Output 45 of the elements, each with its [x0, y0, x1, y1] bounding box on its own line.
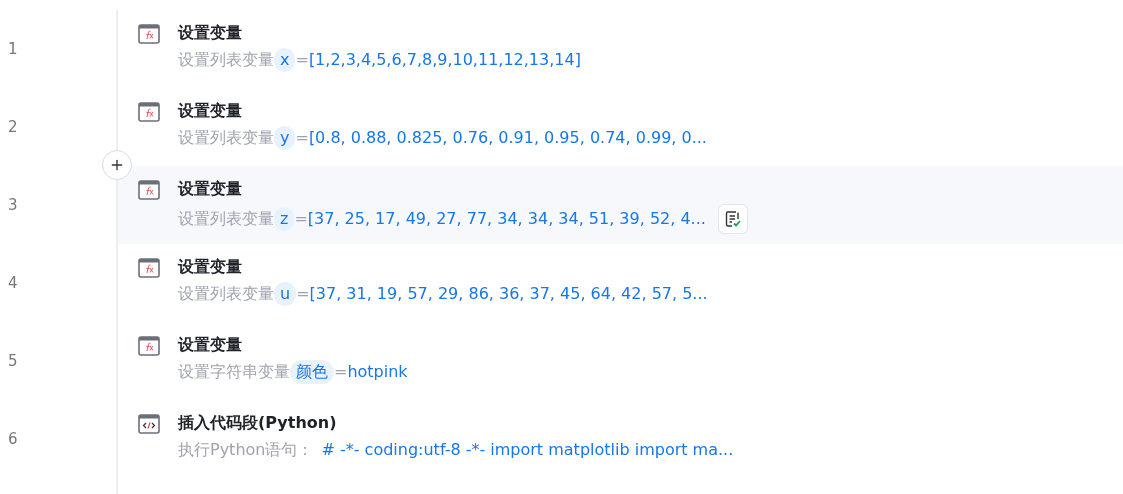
function-icon [138, 180, 160, 200]
step-value: [37, 31, 19, 57, 29, 86, 36, 37, 45, 64, 42, 57, 5... [309, 283, 708, 305]
equals-sign: = [294, 208, 308, 230]
equals-sign: = [334, 361, 348, 383]
function-icon [138, 24, 160, 44]
step-description: 设置列表变量 [178, 127, 274, 149]
variable-chip: x [274, 48, 296, 72]
step-value: [37, 25, 17, 49, 27, 77, 34, 34, 34, 51, 39, 52, 4... [307, 208, 706, 230]
step-title: 设置变量 [178, 256, 243, 278]
line-number: 5 [8, 350, 18, 372]
step-value: [1,2,3,4,5,6,7,8,9,10,11,12,13,14] [308, 49, 581, 71]
line-number: 6 [8, 428, 18, 450]
line-number: 1 [8, 38, 18, 60]
step-value: # -*- coding:utf-8 -*- import matplotlib import ma... [320, 439, 734, 461]
step-row[interactable]: 设置变量 设置列表变量 z =[37, 25, 17, 49, 27, 77, 34, 34, 34, 51, 39, 52, 4... [118, 166, 1123, 244]
step-title: 设置变量 [178, 334, 243, 356]
step-value: hotpink [347, 361, 408, 383]
step-description: 执行Python语句： [178, 439, 314, 461]
variable-chip: u [274, 282, 297, 306]
document-check-icon [723, 210, 742, 228]
step-description: 设置列表变量 [178, 208, 274, 230]
step-title: 设置变量 [178, 100, 243, 122]
plus-icon [109, 157, 125, 173]
variable-chip: 颜色 [290, 360, 334, 384]
step-description: 设置列表变量 [178, 283, 274, 305]
step-value: [0.8, 0.88, 0.825, 0.76, 0.91, 0.95, 0.74, 0.99, 0... [308, 127, 707, 149]
line-number: 3 [8, 194, 18, 216]
variable-chip: y [274, 126, 296, 150]
add-step-button[interactable] [102, 150, 132, 180]
line-number: 4 [8, 272, 18, 294]
check-button[interactable] [717, 204, 748, 234]
variable-chip: z [274, 207, 295, 231]
function-icon [138, 336, 160, 356]
function-icon [138, 258, 160, 278]
step-description: 设置列表变量 [178, 49, 274, 71]
step-title: 设置变量 [178, 22, 243, 44]
code-icon [138, 414, 160, 434]
step-description: 设置字符串变量 [178, 361, 290, 383]
equals-sign: = [296, 283, 310, 305]
step-title: 插入代码段(Python) [178, 412, 338, 434]
function-icon [138, 102, 160, 122]
equals-sign: = [295, 49, 309, 71]
step-title: 设置变量 [178, 178, 243, 200]
line-number: 2 [8, 116, 18, 138]
equals-sign: = [295, 127, 309, 149]
